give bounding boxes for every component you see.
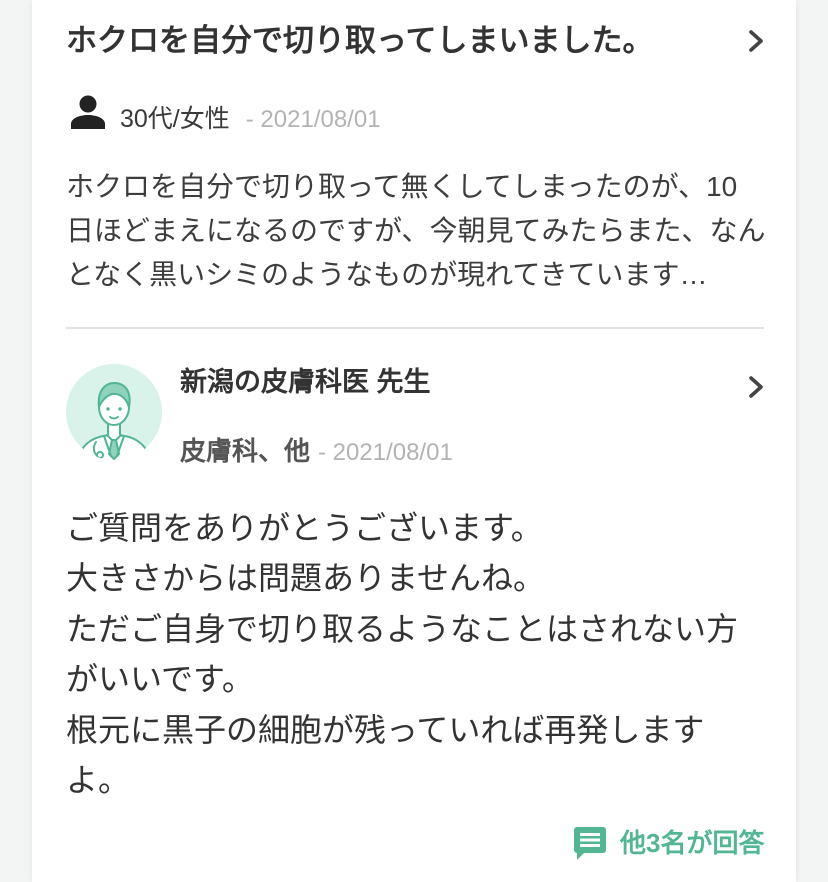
- question-title-link[interactable]: ホクロを自分で切り取ってしまいました。: [66, 18, 764, 64]
- question-meta-text: 30代/女性 - 2021/08/01: [120, 102, 381, 136]
- question-body-line: となく黒いシミのようなものが現れてきています…: [66, 259, 708, 290]
- question-body: ホクロを自分で切り取って無くしてしまったのが、10 日ほどまえになるのですが、今…: [66, 165, 776, 297]
- doctor-avatar-icon: [66, 364, 162, 460]
- question-body-line: ホクロを自分で切り取って無くしてしまったのが、10: [66, 171, 738, 202]
- question-author: 30代/女性: [120, 105, 230, 133]
- person-icon: [71, 95, 105, 129]
- answer-body-line: がいいです。: [66, 661, 254, 698]
- doctor-meta: 皮膚科、他 - 2021/08/01: [180, 434, 453, 468]
- answer-body-line: 根元に黒子の細胞が残っていれば再発します: [66, 711, 705, 748]
- chevron-right-icon[interactable]: [746, 28, 768, 54]
- answer-body: ご質問をありがとうございます。 大きさからは問題ありませんね。 ただご自身で切り…: [66, 503, 776, 805]
- question-meta: 30代/女性 - 2021/08/01: [66, 94, 764, 134]
- doctor-specialty: 皮膚科、他: [180, 436, 311, 466]
- doctor-name: 新潟の皮膚科医 先生: [180, 367, 431, 397]
- answer-date: - 2021/08/01: [318, 439, 453, 466]
- answer-body-line: 大きさからは問題ありませんね。: [66, 560, 546, 597]
- doctor-profile-link[interactable]: 新潟の皮膚科医 先生 皮膚科、他 - 2021/08/01: [66, 362, 764, 468]
- other-answers-label: 他3名が回答: [620, 828, 765, 858]
- chevron-right-icon[interactable]: [746, 374, 768, 400]
- question-date: - 2021/08/01: [245, 106, 381, 133]
- other-answers-link[interactable]: 他3名が回答: [572, 822, 772, 864]
- answer-body-line: ただご自身で切り取るようなことはされない方: [66, 610, 739, 647]
- question-body-line: 日ほどまえになるのですが、今朝見てみたらまた、なん: [66, 215, 766, 246]
- divider: [66, 327, 764, 329]
- qa-page: ホクロを自分で切り取ってしまいました。 30代/女性 - 2021/08/01 …: [0, 0, 828, 882]
- question-title: ホクロを自分で切り取ってしまいました。: [66, 23, 654, 58]
- comment-icon: [574, 827, 606, 860]
- answer-body-line: よ。: [66, 761, 131, 798]
- answer-body-line: ご質問をありがとうございます。: [66, 510, 543, 546]
